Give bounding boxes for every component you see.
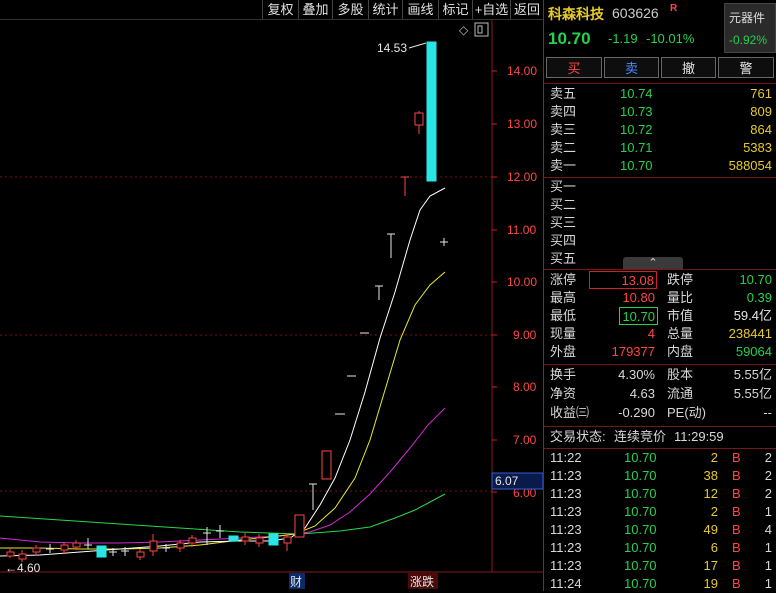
y-tick-13: 13.00 (507, 117, 537, 131)
kline-chart[interactable]: 14.00 13.00 12.00 11.00 10.00 9.00 8.00 … (0, 20, 543, 591)
bid-row-2[interactable]: 买二 (544, 196, 776, 214)
stat2-row-2: 净资 4.63 流通 5.55亿 (550, 386, 772, 401)
add-watchlist-button[interactable]: +自选 (472, 0, 510, 19)
collapse-chevron-icon[interactable]: ⌃ (623, 257, 683, 269)
bid-row-1[interactable]: 买一 (544, 178, 776, 196)
ask-row-5[interactable]: 卖五 10.74 761 (544, 85, 776, 103)
stat2-row-1: 换手 4.30% 股本 5.55亿 (550, 367, 772, 382)
fuquan-button[interactable]: 复权 (262, 0, 298, 19)
cancel-order-button[interactable]: 撤 (661, 57, 716, 78)
ask-row-4[interactable]: 卖四 10.73 809 (544, 103, 776, 121)
big-down-candle (426, 41, 437, 182)
stock-name: 科森科技 (548, 6, 604, 22)
ask-row-3[interactable]: 卖三 10.72 864 (544, 121, 776, 139)
tick-row: 11:23 10.70 49 B 4 (550, 522, 772, 537)
stat-row-4: 现量 4 总量 238441 (550, 326, 772, 341)
tick-row: 11:23 10.70 38 B 2 (550, 468, 772, 483)
ma-white-line (0, 187, 446, 557)
diamond-icon: ◇ (459, 23, 469, 37)
overlay-button[interactable]: 叠加 (298, 0, 332, 19)
sector-change: -0.92% (729, 33, 768, 47)
alert-button[interactable]: 警 (718, 57, 774, 78)
low-price-label: ←4.60 (5, 561, 41, 575)
svg-text:6.07: 6.07 (495, 474, 519, 488)
multi-stock-button[interactable]: 多股 (332, 0, 368, 19)
ask-row-1[interactable]: 卖一 10.70 588054 (544, 157, 776, 175)
high-price-label: 14.53 (377, 41, 407, 55)
buy-button[interactable]: 买 (546, 57, 602, 78)
y-tick-10: 10.00 (507, 275, 537, 289)
stats-button[interactable]: 统计 (368, 0, 402, 19)
stat2-row-3: 收益㈢ -0.290 PE(动) -- (550, 405, 772, 420)
tick-row: 11:23 10.70 6B1 (550, 540, 772, 555)
ask-row-2[interactable]: 卖二 10.71 5383 (544, 139, 776, 157)
mark-button[interactable]: 标记 (438, 0, 472, 19)
stat-row-3: 最低 10.70 市值 59.4亿 (550, 307, 772, 325)
tick-row: 11:23 10.70 17 B 1 (550, 558, 772, 573)
stat-row-5: 外盘 179377 内盘 59064 (550, 344, 772, 359)
bid-row-3[interactable]: 买三 (544, 214, 776, 232)
y-tick-12: 12.00 (507, 170, 537, 184)
back-button[interactable]: 返回 (510, 0, 543, 19)
tick-row: 11:22 10.70 2B2 (550, 450, 772, 465)
stock-tag: R (670, 3, 678, 14)
tick-row: 11:24 10.70 19 B 1 (550, 576, 772, 591)
y-tick-14: 14.00 (507, 64, 537, 78)
chart-toolbar: 复权 叠加 多股 统计 画线 标记 +自选 返回 (0, 0, 543, 20)
quote-panel: 科森科技 603626 R 元器件 -0.92% 10.70 -1.19 -10… (544, 0, 776, 591)
y-tick-8: 8.00 (513, 380, 537, 394)
y-tick-9: 9.00 (513, 328, 537, 342)
tick-row: 11:23 10.70 2B1 (550, 504, 772, 519)
y-tick-7: 7.00 (513, 433, 537, 447)
draw-line-button[interactable]: 画线 (402, 0, 438, 19)
price-change: -1.19 (608, 31, 638, 46)
ma-magenta-line (0, 407, 446, 544)
price-change-pct: -10.01% (646, 31, 695, 46)
cai-marker: 财 (290, 575, 302, 589)
zhangdie-marker: 涨跌 (410, 574, 434, 589)
y-tick-11: 11.00 (507, 223, 536, 237)
stat-row-1: 涨停 13.08 跌停 10.70 (550, 271, 772, 289)
sector-name: 元器件 (729, 11, 766, 25)
current-price: 10.70 (548, 29, 591, 48)
bid-row-4[interactable]: 买四 (544, 232, 776, 250)
tick-row: 11:23 10.70 12 B 2 (550, 486, 772, 501)
trade-status: 交易状态: 连续竞价 11:29:59 (550, 429, 724, 444)
stat-row-2: 最高 10.80 量比 0.39 (550, 290, 772, 305)
ma-yellow-line (0, 271, 446, 550)
stock-code: 603626 (612, 5, 659, 21)
sector-box[interactable]: 元器件 -0.92% (724, 3, 776, 53)
ma-green-line (0, 493, 446, 535)
sell-button[interactable]: 卖 (604, 57, 659, 78)
